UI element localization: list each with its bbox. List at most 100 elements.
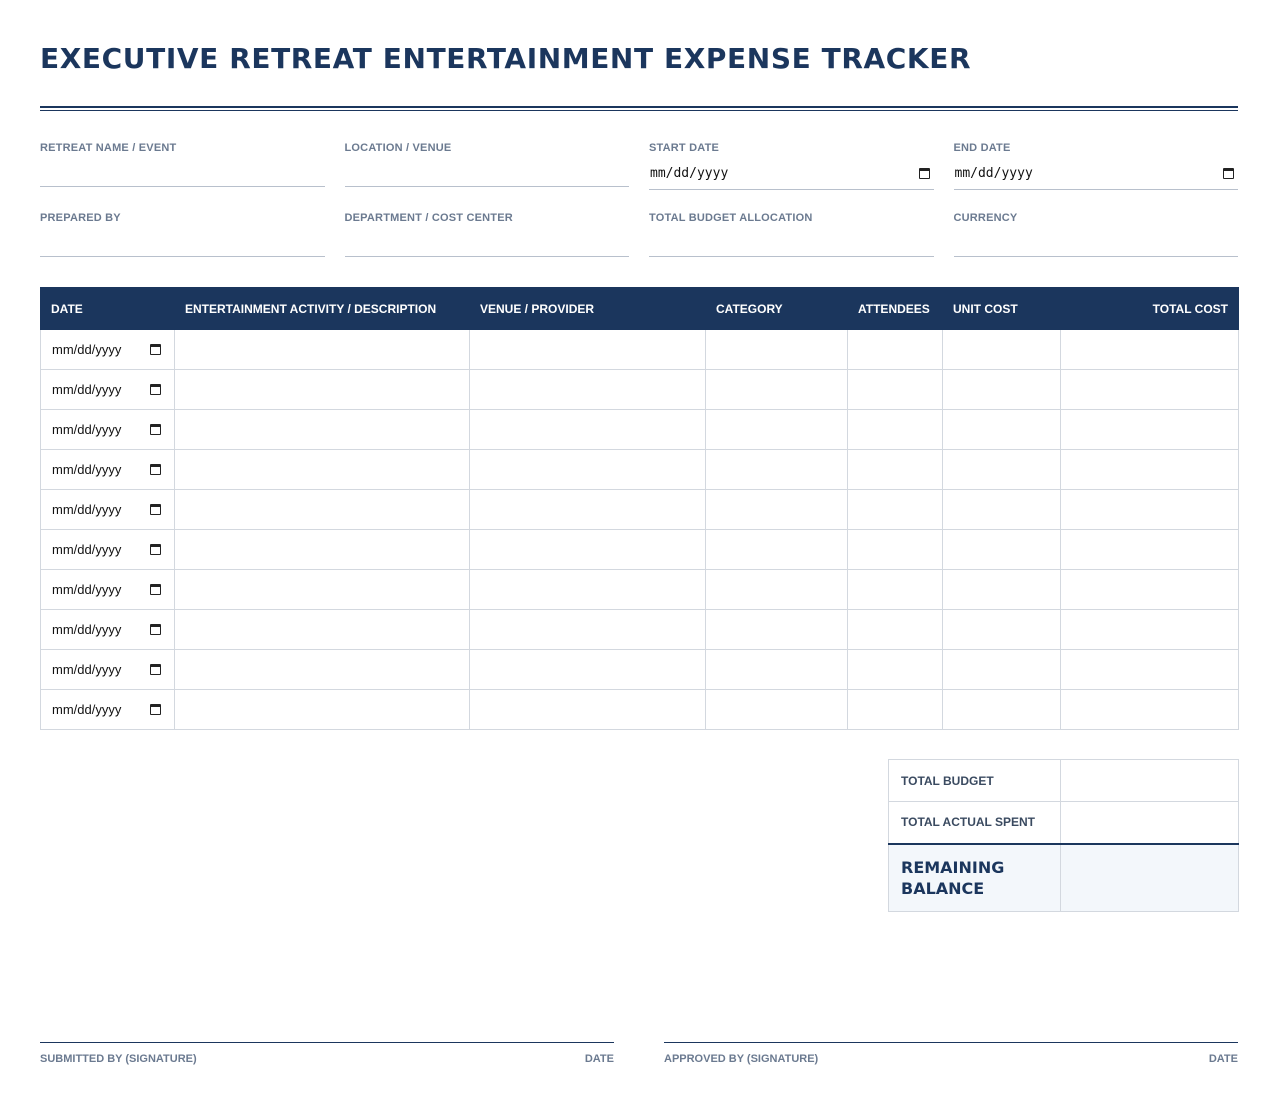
attendees-cell[interactable] <box>847 489 943 530</box>
total-cost-cell[interactable] <box>1060 449 1239 490</box>
unit-cost-cell[interactable] <box>942 449 1061 490</box>
venue-cell[interactable] <box>469 609 706 650</box>
activity-cell[interactable] <box>174 649 470 690</box>
category-cell[interactable] <box>705 689 848 730</box>
unit-cost-cell[interactable] <box>942 569 1061 610</box>
activity-cell[interactable] <box>174 449 470 490</box>
venue-cell[interactable] <box>469 689 706 730</box>
total-cost-cell[interactable] <box>1060 369 1239 410</box>
row-date-input[interactable]: mm/dd/yyyy <box>40 649 175 690</box>
attendees-cell[interactable] <box>847 649 943 690</box>
start-date-field[interactable]: START DATE mm/dd/yyyy <box>649 140 934 210</box>
prepared-by-input[interactable] <box>40 256 325 257</box>
approved-signature-line[interactable]: APPROVED BY (SIGNATURE) DATE <box>664 1042 1238 1065</box>
row-date-input[interactable]: mm/dd/yyyy <box>40 689 175 730</box>
activity-cell[interactable] <box>174 529 470 570</box>
activity-cell[interactable] <box>174 569 470 610</box>
attendees-cell[interactable] <box>847 369 943 410</box>
attendees-cell[interactable] <box>847 569 943 610</box>
activity-cell[interactable] <box>174 689 470 730</box>
start-date-input[interactable]: mm/dd/yyyy <box>649 166 934 190</box>
row-date-input[interactable]: mm/dd/yyyy <box>40 569 175 610</box>
attendees-cell[interactable] <box>847 609 943 650</box>
row-date-input[interactable]: mm/dd/yyyy <box>40 609 175 650</box>
location-input[interactable] <box>344 186 629 187</box>
venue-cell[interactable] <box>469 369 706 410</box>
category-cell[interactable] <box>705 649 848 690</box>
unit-cost-cell[interactable] <box>942 609 1061 650</box>
retreat-name-input[interactable] <box>40 186 325 187</box>
total-budget-allocation-field[interactable]: TOTAL BUDGET ALLOCATION <box>649 210 934 280</box>
calendar-icon[interactable] <box>150 424 161 435</box>
calendar-icon[interactable] <box>150 664 161 675</box>
calendar-icon[interactable] <box>150 344 161 355</box>
attendees-cell[interactable] <box>847 689 943 730</box>
calendar-icon[interactable] <box>150 384 161 395</box>
category-cell[interactable] <box>705 409 848 450</box>
currency-field[interactable]: CURRENCY <box>953 210 1238 280</box>
total-cost-cell[interactable] <box>1060 409 1239 450</box>
category-cell[interactable] <box>705 329 848 370</box>
unit-cost-cell[interactable] <box>942 649 1061 690</box>
calendar-icon[interactable] <box>150 704 161 715</box>
total-cost-cell[interactable] <box>1060 609 1239 650</box>
category-cell[interactable] <box>705 569 848 610</box>
total-cost-cell[interactable] <box>1060 649 1239 690</box>
attendees-cell[interactable] <box>847 449 943 490</box>
venue-cell[interactable] <box>469 529 706 570</box>
category-cell[interactable] <box>705 489 848 530</box>
activity-cell[interactable] <box>174 329 470 370</box>
total-cost-cell[interactable] <box>1060 489 1239 530</box>
unit-cost-cell[interactable] <box>942 689 1061 730</box>
category-cell[interactable] <box>705 609 848 650</box>
total-budget-value[interactable] <box>1060 759 1239 802</box>
unit-cost-cell[interactable] <box>942 369 1061 410</box>
calendar-icon[interactable] <box>150 464 161 475</box>
venue-cell[interactable] <box>469 569 706 610</box>
remaining-balance-value[interactable] <box>1060 842 1239 912</box>
end-date-input[interactable]: mm/dd/yyyy <box>953 166 1238 190</box>
currency-input[interactable] <box>953 256 1238 257</box>
calendar-icon[interactable] <box>918 168 930 179</box>
venue-cell[interactable] <box>469 489 706 530</box>
attendees-cell[interactable] <box>847 409 943 450</box>
total-cost-cell[interactable] <box>1060 529 1239 570</box>
total-budget-allocation-input[interactable] <box>649 256 934 257</box>
total-cost-cell[interactable] <box>1060 569 1239 610</box>
activity-cell[interactable] <box>174 369 470 410</box>
retreat-name-field[interactable]: RETREAT NAME / EVENT <box>40 140 325 210</box>
unit-cost-cell[interactable] <box>942 409 1061 450</box>
venue-cell[interactable] <box>469 329 706 370</box>
total-cost-cell[interactable] <box>1060 329 1239 370</box>
unit-cost-cell[interactable] <box>942 329 1061 370</box>
category-cell[interactable] <box>705 449 848 490</box>
venue-cell[interactable] <box>469 409 706 450</box>
unit-cost-cell[interactable] <box>942 529 1061 570</box>
row-date-input[interactable]: mm/dd/yyyy <box>40 409 175 450</box>
department-input[interactable] <box>344 256 629 257</box>
row-date-input[interactable]: mm/dd/yyyy <box>40 489 175 530</box>
row-date-input[interactable]: mm/dd/yyyy <box>40 329 175 370</box>
venue-cell[interactable] <box>469 449 706 490</box>
calendar-icon[interactable] <box>150 544 161 555</box>
category-cell[interactable] <box>705 529 848 570</box>
row-date-input[interactable]: mm/dd/yyyy <box>40 449 175 490</box>
calendar-icon[interactable] <box>150 504 161 515</box>
activity-cell[interactable] <box>174 609 470 650</box>
unit-cost-cell[interactable] <box>942 489 1061 530</box>
attendees-cell[interactable] <box>847 329 943 370</box>
row-date-input[interactable]: mm/dd/yyyy <box>40 369 175 410</box>
calendar-icon[interactable] <box>150 624 161 635</box>
end-date-field[interactable]: END DATE mm/dd/yyyy <box>953 140 1238 210</box>
location-field[interactable]: LOCATION / VENUE <box>344 140 629 210</box>
total-spent-value[interactable] <box>1060 801 1239 844</box>
attendees-cell[interactable] <box>847 529 943 570</box>
venue-cell[interactable] <box>469 649 706 690</box>
row-date-input[interactable]: mm/dd/yyyy <box>40 529 175 570</box>
category-cell[interactable] <box>705 369 848 410</box>
activity-cell[interactable] <box>174 489 470 530</box>
submitted-signature-line[interactable]: SUBMITTED BY (SIGNATURE) DATE <box>40 1042 614 1065</box>
department-field[interactable]: DEPARTMENT / COST CENTER <box>344 210 629 280</box>
total-cost-cell[interactable] <box>1060 689 1239 730</box>
activity-cell[interactable] <box>174 409 470 450</box>
